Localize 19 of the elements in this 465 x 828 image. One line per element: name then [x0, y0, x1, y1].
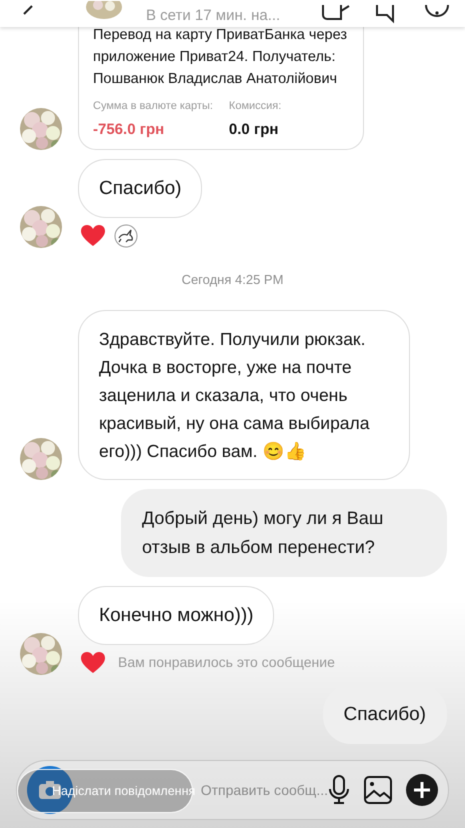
microphone-icon[interactable]: [328, 775, 350, 805]
amount-value: 0.0 грн: [228, 120, 280, 140]
message-placeholder: Отправить сообщ...: [200, 780, 328, 800]
heart-icon: [80, 650, 106, 674]
message-bubble: Конечно можно))): [78, 586, 274, 644]
timestamp: Сегодня 4:25 PM: [180, 271, 284, 289]
status-text: В сети 17 мин. на...: [146, 6, 282, 26]
plus-icon[interactable]: [406, 774, 438, 806]
field-label: Сумма в валюте карты:: [93, 99, 213, 114]
amount-value: -756.0 грн: [93, 120, 166, 140]
gallery-icon[interactable]: [364, 776, 392, 804]
reaction-note: Вам понравилось это сообщение: [118, 653, 335, 672]
message-bubble: Спасибо): [78, 159, 202, 218]
message-text: Перевод на карту ПриватБанка через приложение Приват24. Получатель: Пошванюк Владислав Анатолійович: [93, 26, 348, 89]
field-label: Комиссия:: [228, 99, 282, 114]
message-bubble: Здравствуйте. Получили рюкзак. Дочка в восторге, уже на почте заценила и сказала, что очень красивый, ну она сама выбирала его))) Спасибо вам. 😊👍: [78, 310, 410, 480]
message-bubble: Добрый день) могу ли я Ваш отзыв в альбом перенести?: [121, 488, 447, 576]
heart-icon: [80, 224, 106, 248]
rabbit-icon: [114, 224, 138, 248]
